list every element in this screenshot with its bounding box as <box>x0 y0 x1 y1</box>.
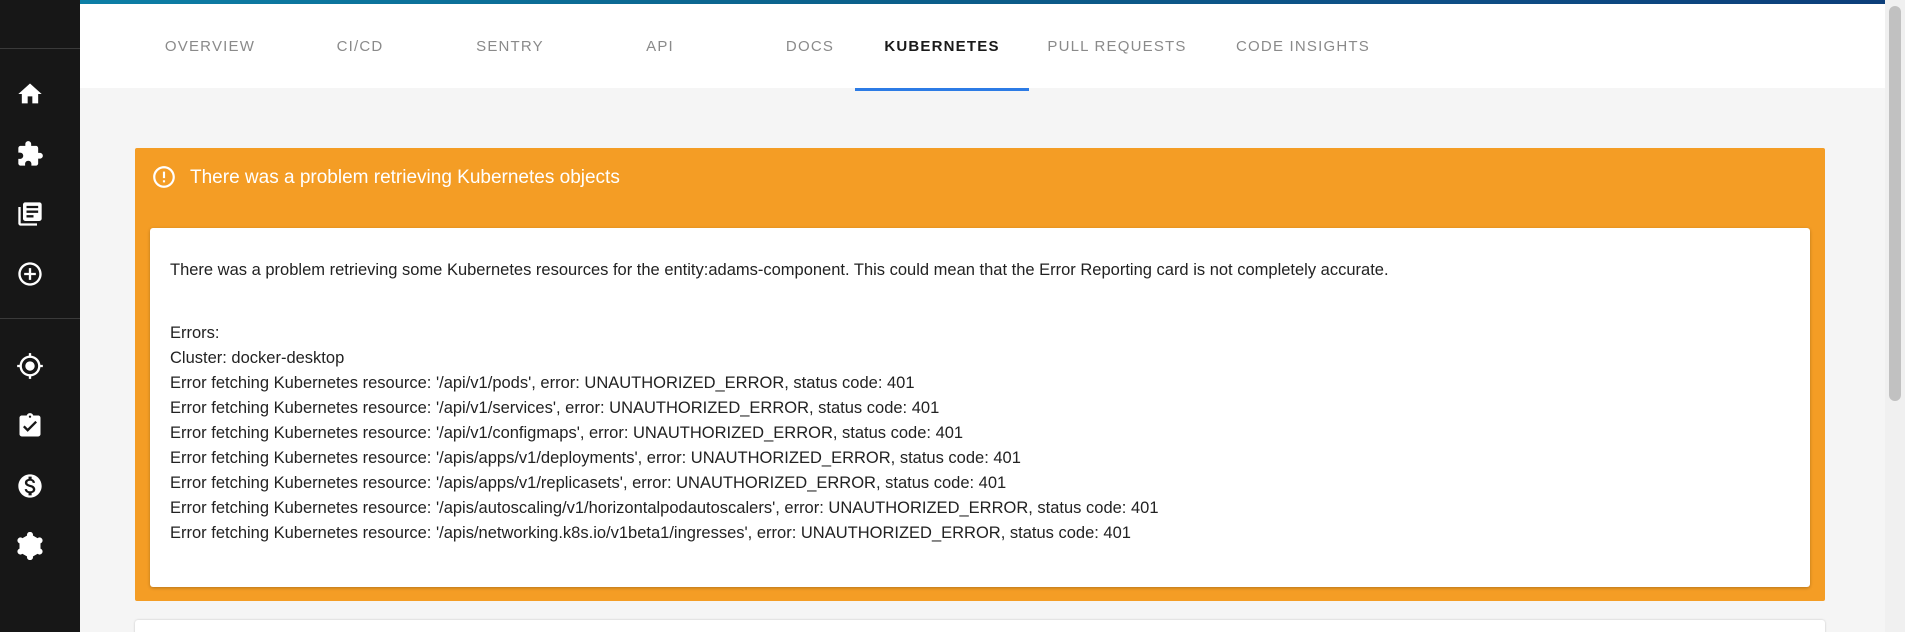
alert-summary: There was a problem retrieving some Kube… <box>170 261 1389 279</box>
extension-icon[interactable] <box>16 140 44 168</box>
tab-pull-requests[interactable]: PULL REQUESTS <box>1029 4 1205 88</box>
home-icon[interactable] <box>16 80 44 108</box>
alert-details: There was a problem retrieving some Kube… <box>150 228 1810 587</box>
library-books-icon[interactable] <box>16 200 44 228</box>
next-card <box>135 620 1825 632</box>
tab-api[interactable]: API <box>585 4 735 88</box>
cluster-name: Cluster: docker-desktop <box>170 349 345 367</box>
sidebar-divider <box>0 318 80 319</box>
tab-kubernetes[interactable]: KUBERNETES <box>855 4 1029 88</box>
errors-label: Errors: <box>170 324 220 342</box>
active-tab-indicator <box>855 88 1029 91</box>
kubernetes-error-alert: There was a problem retrieving Kubernete… <box>135 148 1825 601</box>
scrollbar-thumb[interactable] <box>1889 6 1901 401</box>
tab-sentry[interactable]: SENTRY <box>435 4 585 88</box>
gps-fixed-icon[interactable] <box>16 352 44 380</box>
error-line: Error fetching Kubernetes resource: '/ap… <box>170 449 1021 467</box>
sidebar <box>0 0 80 632</box>
monetization-icon[interactable] <box>16 472 44 500</box>
error-line: Error fetching Kubernetes resource: '/ap… <box>170 374 915 392</box>
error-line: Error fetching Kubernetes resource: '/ap… <box>170 399 940 417</box>
add-circle-icon[interactable] <box>16 260 44 288</box>
assignment-turned-in-icon[interactable] <box>16 412 44 440</box>
sidebar-divider <box>0 48 80 49</box>
alert-title: There was a problem retrieving Kubernete… <box>190 167 620 188</box>
error-line: Error fetching Kubernetes resource: '/ap… <box>170 499 1159 517</box>
main-content: OVERVIEW CI/CD SENTRY API DOCS KUBERNETE… <box>80 0 1885 632</box>
tab-overview[interactable]: OVERVIEW <box>135 4 285 88</box>
error-line: Error fetching Kubernetes resource: '/ap… <box>170 424 964 442</box>
error-outline-icon <box>151 164 177 190</box>
vertical-scrollbar[interactable] <box>1885 0 1905 632</box>
error-line: Error fetching Kubernetes resource: '/ap… <box>170 474 1007 492</box>
entity-tab-bar: OVERVIEW CI/CD SENTRY API DOCS KUBERNETE… <box>80 4 1885 91</box>
error-line: Error fetching Kubernetes resource: '/ap… <box>170 524 1131 542</box>
graphql-icon[interactable] <box>16 532 44 560</box>
tab-ci-cd[interactable]: CI/CD <box>285 4 435 88</box>
tab-code-insights[interactable]: CODE INSIGHTS <box>1205 4 1401 88</box>
